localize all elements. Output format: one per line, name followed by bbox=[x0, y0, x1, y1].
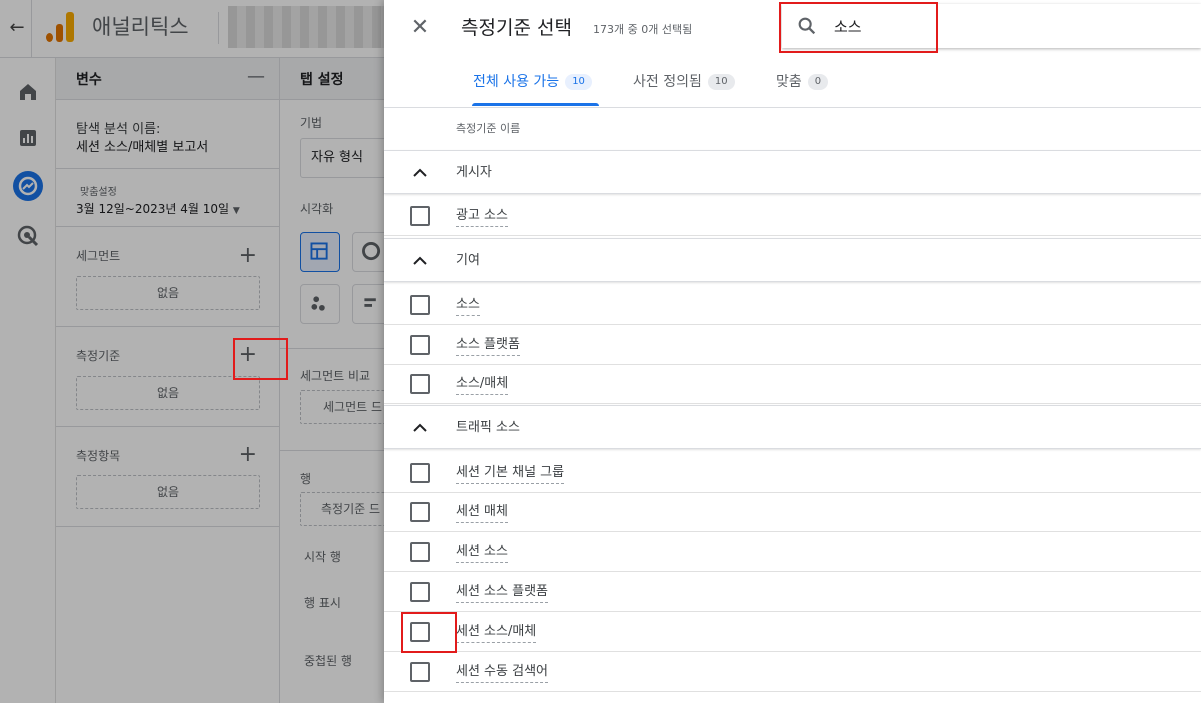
dimension-name: 세션 소스 플랫폼 bbox=[456, 582, 548, 603]
dialog-title: 측정기준 선택 bbox=[461, 17, 572, 39]
checkbox[interactable] bbox=[410, 582, 430, 602]
close-icon[interactable]: ✕ bbox=[408, 14, 432, 42]
dimension-name: 세션 수동 검색어 bbox=[456, 662, 548, 683]
group-label: 기여 bbox=[456, 253, 480, 268]
tab-count: 10 bbox=[565, 74, 592, 90]
tab-predefined[interactable]: 사전 정의됨 10 bbox=[633, 58, 735, 107]
checkbox[interactable] bbox=[410, 295, 430, 315]
list-item[interactable]: 세션 소스 플랫폼 bbox=[384, 572, 1201, 612]
list-item[interactable]: 세션 기본 채널 그룹 bbox=[384, 453, 1201, 493]
list-item[interactable]: 세션 수동 검색어 bbox=[384, 652, 1201, 692]
modal-scrim[interactable] bbox=[0, 0, 384, 703]
checkbox[interactable] bbox=[410, 374, 430, 394]
checkbox[interactable] bbox=[410, 662, 430, 682]
tab-label: 사전 정의됨 bbox=[633, 74, 702, 90]
dimension-name: 소스/매체 bbox=[456, 374, 509, 395]
list-item[interactable]: 세션 소스 bbox=[384, 532, 1201, 572]
dimension-name: 소스 플랫폼 bbox=[456, 335, 520, 356]
list-item[interactable]: 소스/매체 bbox=[384, 364, 1201, 404]
dimension-name: 세션 기본 채널 그룹 bbox=[456, 463, 565, 484]
checkbox[interactable] bbox=[410, 335, 430, 355]
group-label: 트래픽 소스 bbox=[456, 420, 520, 435]
group-header[interactable]: 게시자 bbox=[384, 150, 1201, 194]
search-icon bbox=[798, 17, 816, 35]
group-label: 게시자 bbox=[456, 165, 492, 180]
checkbox[interactable] bbox=[410, 542, 430, 562]
group-header[interactable]: 트래픽 소스 bbox=[384, 405, 1201, 449]
tab-label: 전체 사용 가능 bbox=[473, 74, 560, 90]
chevron-up-icon bbox=[413, 423, 427, 432]
search-input[interactable] bbox=[834, 12, 1174, 40]
dimension-name: 세션 소스 bbox=[456, 542, 508, 563]
list-item[interactable]: 세션 매체 bbox=[384, 492, 1201, 532]
tab-all-available[interactable]: 전체 사용 가능 10 bbox=[473, 58, 592, 107]
list-item[interactable]: 소스 플랫폼 bbox=[384, 325, 1201, 365]
selection-count: 173개 중 0개 선택됨 bbox=[593, 23, 693, 36]
tab-custom[interactable]: 맞춤 0 bbox=[776, 58, 829, 107]
active-tab-indicator bbox=[472, 103, 599, 106]
filter-tabs: 전체 사용 가능 10 사전 정의됨 10 맞춤 0 bbox=[384, 58, 1201, 108]
dimension-name: 광고 소스 bbox=[456, 206, 508, 227]
group-header[interactable]: 기여 bbox=[384, 238, 1201, 282]
list-item[interactable]: 세션 소스/매체 bbox=[384, 612, 1201, 652]
tab-count: 10 bbox=[707, 74, 735, 90]
dimension-name: 세션 매체 bbox=[456, 502, 508, 523]
chevron-up-icon bbox=[413, 256, 427, 265]
list-item[interactable]: 광고 소스 bbox=[384, 196, 1201, 236]
tab-count: 0 bbox=[807, 74, 829, 90]
tab-label: 맞춤 bbox=[776, 74, 802, 90]
column-header: 측정기준 이름 bbox=[456, 122, 521, 135]
dimension-picker-dialog: ✕ 측정기준 선택 173개 중 0개 선택됨 전체 사용 가능 10 사전 정의… bbox=[384, 0, 1201, 703]
checkbox[interactable] bbox=[410, 463, 430, 483]
checkbox[interactable] bbox=[410, 622, 430, 642]
chevron-up-icon bbox=[413, 168, 427, 177]
checkbox[interactable] bbox=[410, 206, 430, 226]
dimension-name: 소스 bbox=[456, 295, 480, 316]
dimension-name: 세션 소스/매체 bbox=[456, 622, 537, 643]
list-item[interactable]: 소스 bbox=[384, 285, 1201, 325]
checkbox[interactable] bbox=[410, 502, 430, 522]
search-box bbox=[782, 4, 1201, 48]
